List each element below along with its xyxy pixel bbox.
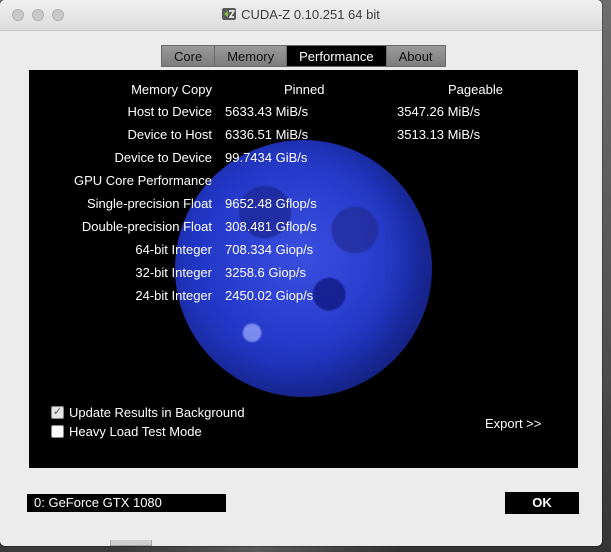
update-background-label: Update Results in Background bbox=[69, 404, 245, 420]
table-row: GPU Core Performance bbox=[29, 173, 578, 193]
table-header-row: Memory Copy Pinned Pageable bbox=[29, 82, 578, 102]
table-row: 64-bit Integer 708.334 Giop/s bbox=[29, 242, 578, 262]
window-resize-tab bbox=[110, 540, 152, 546]
heavy-load-label: Heavy Load Test Mode bbox=[69, 423, 202, 439]
row-label: GPU Core Performance bbox=[74, 173, 212, 188]
row-label: Double-precision Float bbox=[81, 219, 212, 234]
pinned-value: 9652.48 Gflop/s bbox=[225, 196, 317, 211]
pinned-value: 308.481 Gflop/s bbox=[225, 219, 317, 234]
window-title: CUDA-Z 0.10.251 64 bit bbox=[241, 7, 380, 22]
tab-memory[interactable]: Memory bbox=[215, 45, 288, 67]
table-row: Device to Host 6336.51 MiB/s 3513.13 MiB… bbox=[29, 127, 578, 147]
tab-core[interactable]: Core bbox=[161, 45, 216, 67]
table-row: 24-bit Integer 2450.02 Giop/s bbox=[29, 288, 578, 308]
table-row: Single-precision Float 9652.48 Gflop/s bbox=[29, 196, 578, 216]
table-row: Device to Device 99.7434 GiB/s bbox=[29, 150, 578, 170]
header-pinned: Pinned bbox=[284, 82, 325, 97]
table-row: Host to Device 5633.43 MiB/s 3547.26 MiB… bbox=[29, 104, 578, 124]
row-label: 24-bit Integer bbox=[135, 288, 212, 303]
table-row: Double-precision Float 308.481 Gflop/s bbox=[29, 219, 578, 239]
pinned-value: 2450.02 Giop/s bbox=[225, 288, 314, 303]
heavy-load-option[interactable]: Heavy Load Test Mode bbox=[51, 422, 202, 440]
device-selector[interactable]: 0: GeForce GTX 1080 bbox=[27, 494, 226, 512]
pinned-value: 5633.43 MiB/s bbox=[225, 104, 309, 119]
tab-about[interactable]: About bbox=[386, 45, 446, 67]
title-bar: CUDA-Z 0.10.251 64 bit bbox=[0, 0, 602, 31]
window-title-wrap: CUDA-Z 0.10.251 64 bit bbox=[0, 7, 602, 22]
row-label: Device to Device bbox=[114, 150, 212, 165]
pinned-value: 3258.6 Giop/s bbox=[225, 265, 306, 280]
header-pageable: Pageable bbox=[448, 82, 503, 97]
pageable-value: 3513.13 MiB/s bbox=[397, 127, 481, 142]
header-memory-copy: Memory Copy bbox=[131, 82, 212, 97]
table-row: 32-bit Integer 3258.6 Giop/s bbox=[29, 265, 578, 285]
ok-button[interactable]: OK bbox=[505, 492, 579, 514]
heavy-load-checkbox[interactable] bbox=[51, 424, 64, 438]
update-background-checkbox[interactable]: ✓ bbox=[51, 405, 64, 419]
tab-bar: Core Memory Performance About bbox=[161, 45, 446, 67]
row-label: Single-precision Float bbox=[86, 196, 212, 211]
pageable-value: 3547.26 MiB/s bbox=[397, 104, 481, 119]
cuda-z-app-icon bbox=[222, 8, 237, 20]
row-label: 32-bit Integer bbox=[135, 265, 212, 280]
pinned-value: 708.334 Giop/s bbox=[225, 242, 314, 257]
performance-panel: Memory Copy Pinned Pageable Host to Devi… bbox=[29, 70, 578, 468]
update-background-option[interactable]: ✓ Update Results in Background bbox=[51, 403, 245, 421]
tab-performance[interactable]: Performance bbox=[287, 45, 387, 67]
export-button[interactable]: Export >> bbox=[485, 416, 541, 431]
row-label: 64-bit Integer bbox=[135, 242, 212, 257]
pinned-value: 99.7434 GiB/s bbox=[225, 150, 308, 165]
row-label: Host to Device bbox=[127, 104, 212, 119]
app-window: CUDA-Z 0.10.251 64 bit Core Memory Perfo… bbox=[0, 0, 602, 546]
pinned-value: 6336.51 MiB/s bbox=[225, 127, 309, 142]
row-label: Device to Host bbox=[127, 127, 212, 142]
